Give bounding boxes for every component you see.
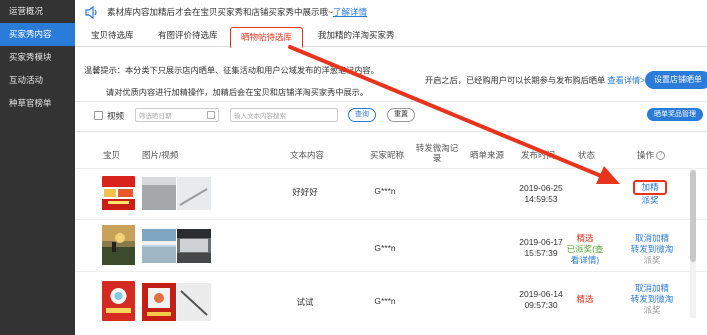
product-thumbnail[interactable] (102, 281, 135, 321)
column-header-time: 发布时间 (521, 150, 556, 160)
video-checkbox[interactable] (94, 111, 103, 120)
row-divider (75, 271, 707, 272)
status-view-details[interactable]: 看详情) (562, 255, 608, 266)
column-header-text: 文本内容 (290, 150, 325, 160)
notice-text: 素材库内容加精后才会在宝贝买家秀和店铺买家秀中展示哦~ (107, 7, 333, 17)
row-operations: 取消加精 转发到微淘 派奖 (623, 233, 681, 266)
column-header-item: 宝贝 (103, 150, 121, 160)
buyer-nickname: G***n (374, 186, 396, 196)
scrollbar-thumb[interactable] (690, 170, 696, 262)
reset-button[interactable]: 重置 (387, 108, 415, 122)
row-operations: 加精 派奖 (623, 180, 677, 206)
media-image[interactable] (177, 177, 211, 210)
publish-time: 2019-06-25 14:59:53 (511, 183, 571, 205)
search-button[interactable]: 查询 (348, 108, 376, 122)
award-link-disabled: 派奖 (643, 305, 661, 315)
media-image[interactable] (142, 283, 176, 321)
main-content: 素材库内容加精后才会在宝贝买家秀和店铺买家秀中展示哦~ 了解详情 宝贝待选库 有… (75, 0, 707, 335)
column-header-nickname: 买家昵称 (370, 150, 405, 160)
repost-to-weitao-link[interactable]: 转发到微淘 (623, 244, 681, 255)
column-header-media: 图片/视频 (142, 150, 179, 160)
sidebar-item-interactive-activity[interactable]: 互动活动 (0, 69, 75, 92)
setup-share-button[interactable]: 设置店铺晒单 (645, 71, 707, 89)
text-content: 好好好 (292, 187, 318, 197)
repost-to-weitao-link[interactable]: 转发到微淘 (623, 294, 681, 305)
share-setting-note: 开启之后，已经购用户可以长期参与发布购后晒单 查看详情>> (425, 74, 650, 86)
column-header-operations-label: 操作 (637, 150, 655, 160)
tab-show-post-pool[interactable]: 晒物帖待选库 (230, 27, 304, 48)
status-cell: 精选 已派奖(查 看详情) (562, 233, 608, 266)
media-image[interactable] (142, 229, 176, 263)
media-image[interactable] (177, 229, 211, 263)
feature-button[interactable]: 加精 (633, 180, 667, 195)
status-cell: 精选 (562, 294, 608, 305)
product-thumbnail[interactable] (102, 176, 135, 210)
divider (75, 101, 707, 102)
award-link[interactable]: 派奖 (623, 195, 677, 206)
sidebar-item-overview[interactable]: 运营概况 (0, 0, 75, 23)
sidebar-item-buyer-show-module[interactable]: 买家秀模块 (0, 46, 75, 69)
status-awarded[interactable]: 已派奖(查 (562, 244, 608, 255)
text-search-input[interactable]: 输入文本内容搜索 (230, 108, 338, 122)
award-management-button[interactable]: 晒单奖品管理 (647, 108, 703, 121)
row-divider (75, 219, 707, 220)
speaker-icon (85, 5, 97, 19)
notice-detail-link[interactable]: 了解详情 (333, 6, 367, 18)
unfeature-link[interactable]: 取消加精 (623, 233, 681, 244)
view-details-link[interactable]: 查看详情>> (607, 76, 649, 85)
column-header-source: 晒单来源 (470, 150, 505, 160)
share-setting-text: 开启之后，已经购用户可以长期参与发布购后晒单 (425, 76, 606, 85)
tab-image-review-pool[interactable]: 有图评价待选库 (158, 29, 218, 47)
media-image[interactable] (177, 283, 211, 321)
product-thumbnail[interactable] (102, 225, 135, 265)
text-content: 试试 (296, 297, 314, 307)
date-filter-input[interactable]: 筛选晒日期 (135, 108, 219, 122)
tip-line-2: 请对优质内容进行加精操作，加精后会在宝贝和店铺洋淘买家秀中展示。 (106, 88, 369, 97)
column-header-repost-line2: 录 (432, 153, 442, 163)
text-search-placeholder: 输入文本内容搜索 (234, 113, 286, 120)
tab-bar: 宝贝待选库 有图评价待选库 晒物帖待选库 我加精的洋淘买家秀 (75, 24, 707, 48)
status-featured: 精选 (576, 294, 594, 304)
award-link-disabled: 派奖 (643, 255, 661, 265)
sidebar-item-buyer-show-content[interactable]: 买家秀内容 (0, 23, 75, 46)
publish-date: 2019-06-25 (519, 183, 563, 193)
sidebar-item-seeding-ranking[interactable]: 种草官榜单 (0, 92, 75, 115)
notice-bar: 素材库内容加精后才会在宝贝买家秀和店铺买家秀中展示哦~ 了解详情 (75, 0, 707, 24)
tab-my-featured-shows[interactable]: 我加精的洋淘买家秀 (318, 29, 395, 47)
row-operations: 取消加精 转发到微淘 派奖 (623, 283, 681, 316)
unfeature-link[interactable]: 取消加精 (623, 283, 681, 294)
row-divider (75, 168, 707, 169)
status-featured: 精选 (576, 233, 594, 243)
publish-clock: 14:59:53 (524, 194, 558, 204)
buyer-nickname: G***n (374, 243, 396, 253)
calendar-icon (207, 111, 215, 119)
date-filter-placeholder: 筛选晒日期 (139, 113, 172, 120)
tip-line-1: 温馨提示：本分类下只展示店内晒单、征集活动和用户公域发布的洋葱笔记内容。 (84, 66, 379, 75)
buyer-nickname: G***n (374, 296, 396, 306)
column-header-repost-line1: 转发微淘记 (415, 143, 459, 153)
video-checkbox-label: 视频 (107, 111, 125, 121)
tab-item-pool[interactable]: 宝贝待选库 (91, 29, 134, 47)
sidebar: 运营概况 买家秀内容 买家秀模块 互动活动 种草官榜单 (0, 0, 75, 335)
help-icon[interactable]: ? (656, 151, 666, 161)
divider (75, 131, 707, 132)
column-header-status: 状态 (578, 150, 596, 160)
column-header-operations: 操作? (637, 149, 666, 161)
media-image[interactable] (142, 177, 176, 210)
column-header-repost-record: 转发微淘记 录 (413, 143, 461, 163)
